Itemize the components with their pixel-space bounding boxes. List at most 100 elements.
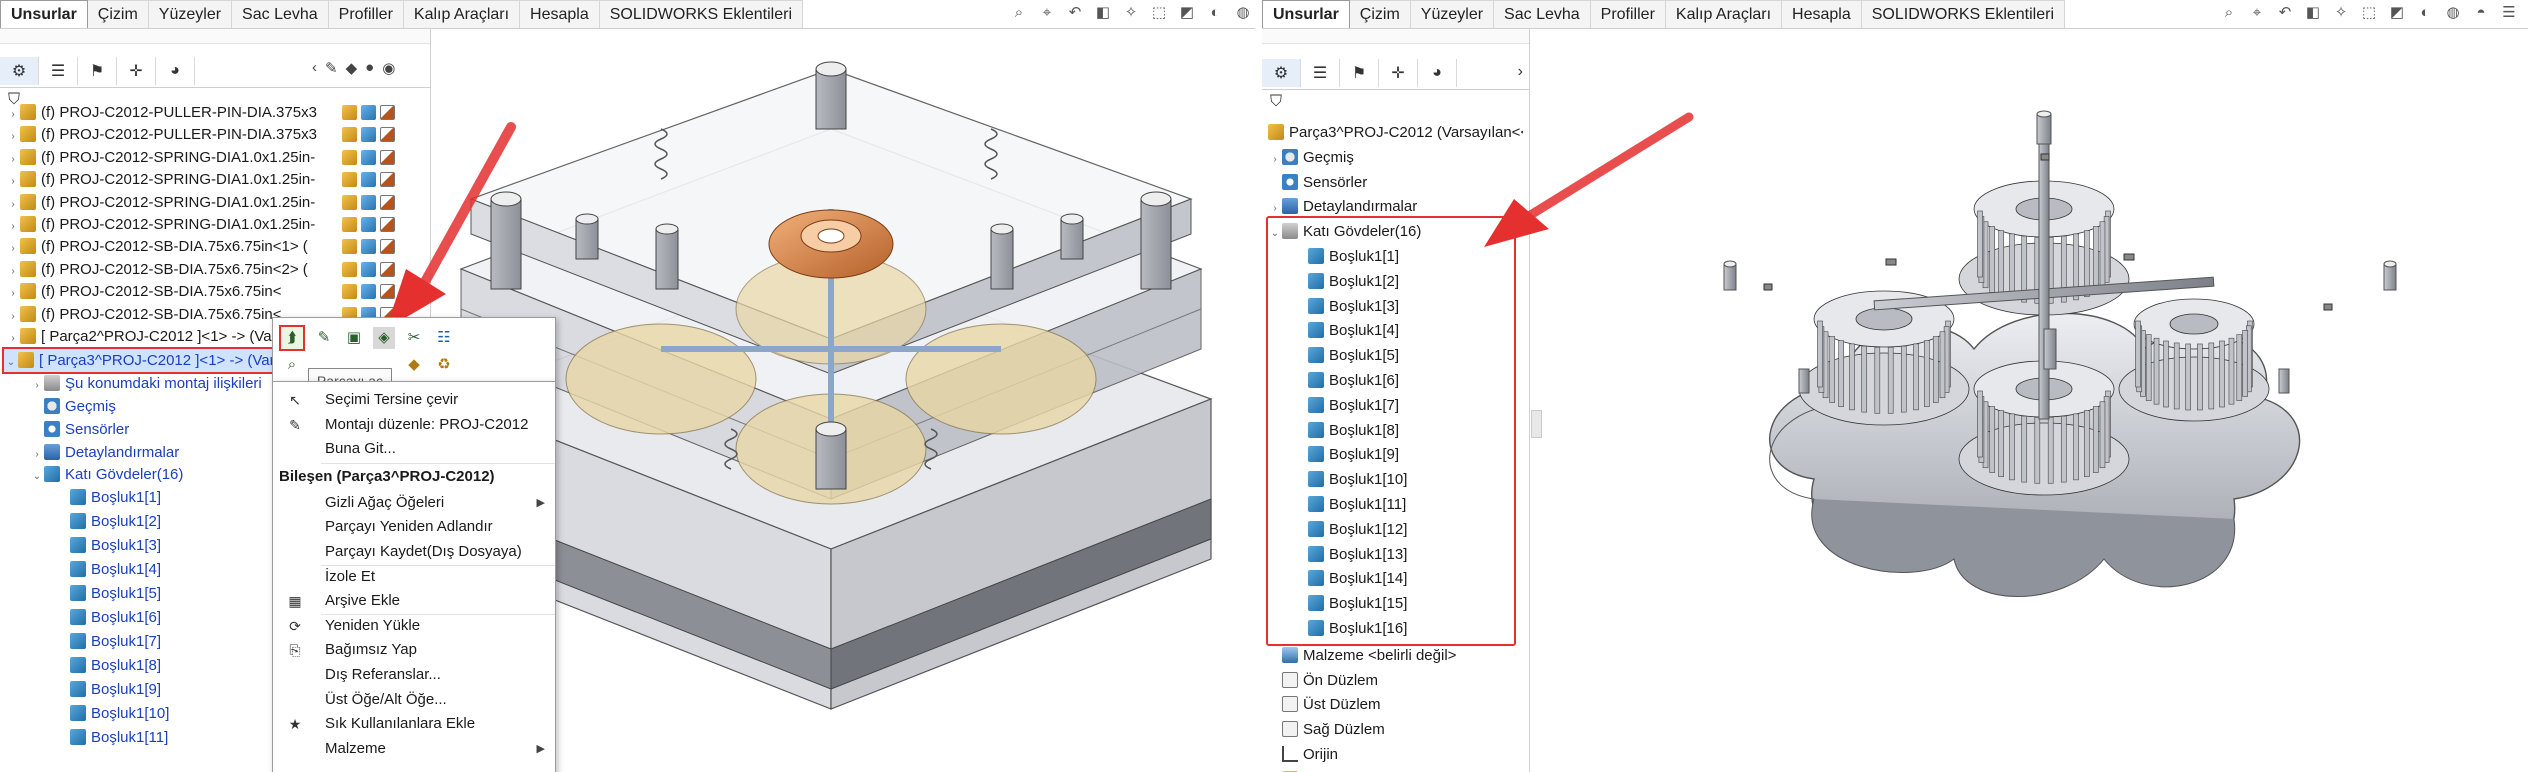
tab-3[interactable]: Sac Levha — [232, 0, 329, 28]
tree-row[interactable]: Malzeme <belirli değil> — [1282, 644, 1456, 667]
display-style-icon[interactable]: ◩ — [1178, 4, 1196, 22]
chevron-left-icon[interactable]: ‹ — [312, 59, 317, 77]
tab-2[interactable]: Yüzeyler — [1410, 0, 1495, 28]
tree-row[interactable]: Boşluk1[6] — [70, 606, 161, 629]
edit-part-icon[interactable]: ✎ — [313, 327, 335, 349]
expand-icon[interactable]: › — [6, 103, 20, 124]
menu-item[interactable]: Dış Referanslar... — [273, 663, 555, 687]
panel-resize-handle[interactable] — [1531, 410, 1542, 438]
expand-icon[interactable]: › — [6, 125, 20, 146]
menu-item[interactable]: Malzeme ▶ — [273, 737, 555, 761]
view-orientation-icon[interactable]: ⬚ — [2360, 4, 2378, 22]
menu-item[interactable]: ↖ Seçimi Tersine çevir — [273, 388, 555, 412]
tab-4[interactable]: Profiller — [328, 0, 404, 28]
expand-icon[interactable]: › — [6, 282, 20, 303]
tree-row[interactable]: Boşluk1[6] — [1308, 369, 1399, 392]
collapse-icon[interactable]: ⌄ — [1268, 222, 1282, 245]
previous-view-icon[interactable]: ↶ — [1066, 4, 1084, 22]
pin-icon[interactable]: ✎ — [325, 59, 338, 77]
tab-3[interactable]: Sac Levha — [1494, 0, 1591, 28]
tab-7[interactable]: SOLIDWORKS Eklentileri — [1861, 0, 2066, 28]
tree-row[interactable]: Sensörler — [1268, 171, 1367, 194]
tree-row[interactable]: Boşluk1[1] — [1308, 245, 1399, 268]
tree-row[interactable]: Boşluk1[7] — [70, 630, 161, 653]
feature-manager-tab[interactable]: ⚙ — [0, 57, 39, 85]
tree-row[interactable]: Boşluk1[10] — [1308, 468, 1407, 491]
tree-row[interactable]: Boşluk1[2] — [70, 510, 161, 533]
expand-icon[interactable]: › — [6, 170, 20, 191]
panel-splitter[interactable] — [1262, 29, 1529, 44]
expand-icon[interactable]: › — [6, 215, 20, 236]
tree-row[interactable]: ›Yükseklik-Ekstrüzyon1{ ->} — [1268, 768, 1482, 772]
tree-row[interactable]: Boşluk1[3] — [1308, 295, 1399, 318]
tab-0[interactable]: Unsurlar — [1262, 0, 1350, 28]
menu-item[interactable]: ⟳ Yeniden Yükle — [273, 614, 555, 638]
open-part-icon[interactable]: ⮭ — [279, 325, 305, 351]
expand-icon[interactable]: › — [6, 260, 20, 281]
tab-5[interactable]: Kalıp Araçları — [403, 0, 521, 28]
change-transparency-icon[interactable]: ◈ — [373, 327, 395, 349]
menu-item[interactable]: Üst Öğe/Alt Öğe... — [273, 688, 555, 712]
tree-row[interactable]: Boşluk1[4] — [1308, 319, 1399, 342]
tree-row[interactable]: Boşluk1[1] — [70, 486, 161, 509]
tab-1[interactable]: Çizim — [1349, 0, 1411, 28]
tree-row[interactable]: Ön Düzlem — [1282, 669, 1378, 692]
menu-item[interactable]: İzole Et — [273, 565, 555, 589]
menu-item[interactable]: ▦ Arşive Ekle — [273, 589, 555, 613]
filter-icon[interactable]: ⛉ — [1270, 93, 1282, 111]
menu-item[interactable]: ✎ Montajı düzenle: PROJ-C2012 — [273, 413, 555, 437]
tree-row[interactable]: Boşluk1[16] — [1308, 617, 1407, 640]
tree-row[interactable]: Boşluk1[5] — [70, 582, 161, 605]
tree-row[interactable]: Boşluk1[5] — [1308, 344, 1399, 367]
panel-splitter[interactable] — [0, 29, 430, 44]
tab-6[interactable]: Hesapla — [1782, 0, 1862, 28]
expand-icon[interactable]: › — [6, 305, 20, 326]
tree-row[interactable]: Sağ Düzlem — [1282, 718, 1385, 741]
isolate-icon[interactable]: ✂ — [403, 327, 425, 349]
tree-row[interactable]: Boşluk1[13] — [1308, 543, 1407, 566]
view-settings-icon[interactable]: ☰ — [2500, 4, 2518, 22]
section-view-icon[interactable]: ◧ — [1094, 4, 1112, 22]
view-orientation-icon[interactable]: ⬚ — [1150, 4, 1168, 22]
menu-item[interactable]: Parçayı Yeniden Adlandır — [273, 515, 555, 539]
replace-icon[interactable]: ♻ — [433, 354, 455, 376]
menu-item[interactable]: Gizli Ağaç Öğeleri ▶ — [273, 491, 555, 515]
tree-row-solid-bodies[interactable]: ⌄ Katı Gövdeler(16) — [1268, 220, 1421, 243]
zoom-area-icon[interactable]: ⌖ — [1038, 4, 1056, 22]
part-icon[interactable]: ◆ — [346, 59, 358, 77]
tree-row[interactable]: Boşluk1[3] — [70, 534, 161, 557]
hide-components-icon[interactable]: ▣ — [343, 327, 365, 349]
zoom-fit-icon[interactable]: ⌕ — [1010, 4, 1028, 22]
tree-row[interactable]: Orijin — [1282, 743, 1338, 766]
menu-item[interactable]: Parçayı Kaydet(Dış Dosyaya) — [273, 540, 555, 564]
dimxpert-tab[interactable]: ✛ — [117, 57, 156, 85]
tree-row[interactable]: Boşluk1[8] — [70, 654, 161, 677]
dynamic-annotation-icon[interactable]: ✧ — [2332, 4, 2350, 22]
graphics-area[interactable] — [1484, 29, 2528, 772]
appearance-icon[interactable]: ◆ — [403, 354, 425, 376]
expand-icon[interactable]: › — [30, 443, 44, 464]
tree-row[interactable]: › Detaylandırmalar — [1268, 195, 1417, 218]
zoom-area-icon[interactable]: ⌖ — [2248, 4, 2266, 22]
expand-icon[interactable]: › — [1268, 148, 1282, 171]
section-view-icon[interactable]: ◧ — [2304, 4, 2322, 22]
collapse-icon[interactable]: ⌄ — [4, 351, 18, 372]
tree-row[interactable]: Boşluk1[9] — [70, 678, 161, 701]
edit-appearance-icon[interactable]: ◍ — [2444, 4, 2462, 22]
tab-7[interactable]: SOLIDWORKS Eklentileri — [599, 0, 804, 28]
display-manager-tab[interactable]: ◕ — [156, 57, 195, 85]
feature-manager-tab[interactable]: ⚙ — [1262, 59, 1301, 87]
display-manager-tab[interactable]: ◕ — [1418, 59, 1457, 87]
expand-icon[interactable]: ⌄ — [30, 465, 44, 486]
configuration-manager-tab[interactable]: ⚑ — [1340, 59, 1379, 87]
appearance-icon[interactable]: ● — [365, 59, 374, 77]
tree-row[interactable]: Boşluk1[9] — [1308, 443, 1399, 466]
menu-item[interactable]: ⎘ Bağımsız Yap — [273, 638, 555, 662]
expand-icon[interactable]: › — [6, 193, 20, 214]
tree-row[interactable]: Boşluk1[2] — [1308, 270, 1399, 293]
configuration-manager-tab[interactable]: ⚑ — [78, 57, 117, 85]
tree-row[interactable]: Boşluk1[11] — [1308, 493, 1406, 516]
tree-row[interactable]: Boşluk1[15] — [1308, 592, 1407, 615]
tree-row[interactable]: Boşluk1[10] — [70, 702, 169, 725]
tree-row[interactable]: Boşluk1[8] — [1308, 419, 1399, 442]
